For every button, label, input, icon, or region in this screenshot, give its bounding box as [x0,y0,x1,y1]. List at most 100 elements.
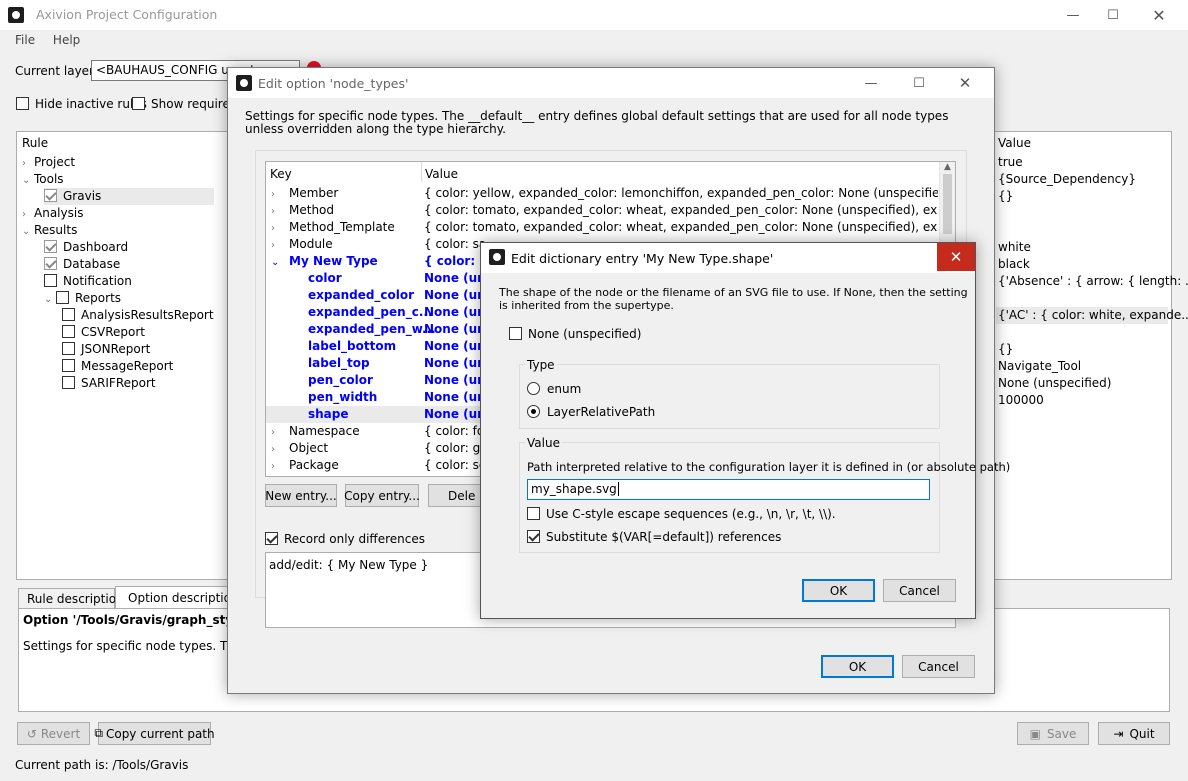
tree-item-jsonreport[interactable]: JSONReport [62,341,150,358]
tree-item-reports[interactable]: ⌄ Reports [44,290,121,307]
diff-text: add/edit: { My New Type } [269,558,429,572]
table-row[interactable]: › Method_Template { color: tomato, expande… [266,219,938,236]
tree-item-dashboard[interactable]: Dashboard [44,239,128,256]
value-cell[interactable]: 100000 [998,392,1044,409]
key-cell: pen_color [308,373,373,387]
hide-inactive-checkbox[interactable]: Hide inactive rules [16,97,147,111]
value-cell[interactable]: {} [998,341,1013,358]
type-group-label: Type [525,358,557,372]
chevron-right-icon[interactable]: › [271,424,283,440]
type-radio-layerrelativepath[interactable]: LayerRelativePath [527,405,655,419]
tree-item-project[interactable]: › Project [22,154,75,171]
chevron-right-icon[interactable]: › [271,220,283,236]
copy-entry-button[interactable]: Copy entry... [344,484,420,507]
chevron-right-icon[interactable]: › [271,458,283,474]
chevron-down-icon[interactable]: ⌄ [22,172,34,189]
ok-button[interactable]: OK [821,655,894,678]
tree-checkbox[interactable] [62,376,75,389]
chevron-right-icon[interactable]: › [271,186,283,202]
chevron-right-icon[interactable]: › [271,441,283,457]
quit-button[interactable]: ⇥ Quit [1098,722,1170,745]
tree-checkbox[interactable] [44,274,57,287]
revert-button[interactable]: ↺ Revert [17,722,90,745]
tree-item-label: CSVReport [81,325,145,339]
tree-item-label: Analysis [34,206,84,220]
chevron-right-icon[interactable]: › [271,237,283,253]
tree-checkbox[interactable] [62,308,75,321]
value-cell[interactable]: None (unspecified) [998,375,1111,392]
tree-item-notification[interactable]: Notification [44,273,132,290]
tree-item-gravis[interactable]: Gravis [44,188,214,205]
app-icon [8,7,24,23]
new-entry-button[interactable]: New entry... [265,484,337,507]
tree-item-messagereport[interactable]: MessageReport [62,358,173,375]
tree-item-analysis[interactable]: › Analysis [22,205,83,222]
minimize-icon[interactable]: — [848,68,894,98]
key-cell: › Object [271,440,328,457]
tree-checkbox[interactable] [56,291,69,304]
close-icon[interactable]: ✕ [942,68,988,98]
cancel-button[interactable]: Cancel [902,655,975,678]
edit-option-titlebar: Edit option 'node_types' — ☐ ✕ [228,68,994,98]
value-group-label: Value [525,436,562,450]
none-checkbox[interactable]: None (unspecified) [509,327,641,341]
escape-checkbox[interactable]: Use C-style escape sequences (e.g., \n, … [527,507,836,521]
tree-item-analysisresultsreport[interactable]: AnalysisResultsReport [62,307,214,324]
value-cell[interactable]: Navigate_Tool [998,358,1081,375]
tree-item-database[interactable]: Database [44,256,120,273]
tree-item-label: Gravis [63,189,102,203]
maximize-icon[interactable]: ☐ [896,68,942,98]
substitute-checkbox[interactable]: Substitute $(VAR[=default]) references [527,530,781,544]
value-cell[interactable]: {} [998,188,1013,205]
close-icon[interactable]: ✕ [937,243,975,271]
tree-item-sarifreport[interactable]: SARIFReport [62,375,156,392]
chevron-right-icon[interactable]: › [22,206,34,223]
tree-item-csvreport[interactable]: CSVReport [62,324,145,341]
copy-path-button[interactable]: ⧉ Copy current path [94,722,215,745]
value-cell[interactable]: white [998,239,1031,256]
value-cell[interactable]: true [998,154,1023,171]
chevron-right-icon[interactable]: › [271,203,283,219]
value-cell[interactable]: {'Absence' : { arrow: { length: ... [998,273,1188,290]
tree-item-tools[interactable]: ⌄ Tools [22,171,64,188]
menu-file[interactable]: File [15,33,35,47]
escape-label: Use C-style escape sequences (e.g., \n, … [546,507,836,521]
type-enum-label: enum [547,382,582,396]
value-cell[interactable]: {Source_Dependency} [998,171,1136,188]
tree-checkbox[interactable] [62,359,75,372]
chevron-down-icon[interactable]: ⌄ [22,223,34,240]
tab-rule-description[interactable]: Rule description [18,588,124,608]
tree-checkbox[interactable] [44,257,57,270]
path-input[interactable]: my_shape.svg [527,479,930,500]
tree-checkbox[interactable] [62,342,75,355]
value-cell: { color: tomato, expanded_color: wheat, … [424,220,938,234]
close-icon[interactable]: ✕ [1136,0,1182,30]
chevron-down-icon[interactable]: ⌄ [44,291,56,308]
tree-checkbox[interactable] [62,325,75,338]
type-radio-enum[interactable]: enum [527,382,581,396]
value-cell[interactable]: black [998,256,1030,273]
hide-inactive-label: Hide inactive rules [35,97,147,111]
chevron-down-icon[interactable]: ⌄ [271,254,283,270]
maximize-icon[interactable]: ☐ [1090,0,1136,30]
chevron-right-icon[interactable]: › [22,155,34,172]
tree-checkbox[interactable] [44,240,57,253]
tree-item-label: Notification [63,274,132,288]
tree-item-label: Tools [34,172,64,186]
dict-ok-button[interactable]: OK [802,579,875,602]
menubar: File Help [15,33,94,47]
tree-item-results[interactable]: ⌄ Results [22,222,77,239]
tree-checkbox[interactable] [44,189,57,202]
tree-item-label: Database [63,257,121,271]
menu-help[interactable]: Help [53,33,80,47]
key-cell: expanded_color [308,288,415,302]
tab-option-description[interactable]: Option description [115,586,239,609]
record-only-checkbox[interactable]: Record only differences [265,532,425,546]
table-row[interactable]: › Method { color: tomato, expanded_color: … [266,202,938,219]
path-value: my_shape.svg [531,482,617,496]
key-cell: › Method [271,202,334,219]
save-button[interactable]: ▣ Save [1017,722,1089,745]
dict-cancel-button[interactable]: Cancel [883,579,956,602]
value-cell[interactable]: {'AC' : { color: white, expande... [996,307,1188,324]
table-row[interactable]: › Member { color: yellow, expanded_color: … [266,185,938,202]
